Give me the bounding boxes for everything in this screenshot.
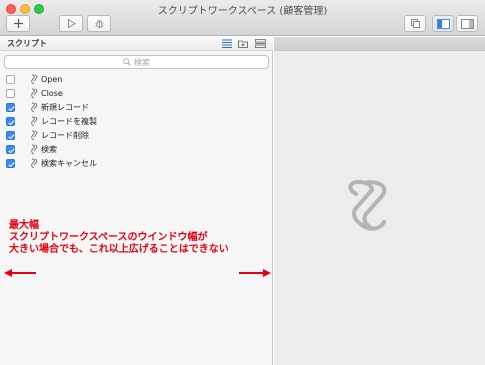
editor-header xyxy=(274,37,485,51)
script-scroll-icon xyxy=(348,180,387,231)
plus-icon xyxy=(13,19,23,28)
script-icon xyxy=(31,144,38,155)
script-icon xyxy=(31,74,38,85)
script-name: 検索キャンセル xyxy=(41,159,97,168)
list-item[interactable]: 新規レコード xyxy=(0,101,273,114)
script-icon xyxy=(31,88,38,99)
new-script-button[interactable] xyxy=(6,15,30,32)
list-item[interactable]: Open xyxy=(0,73,273,86)
play-icon xyxy=(67,18,76,29)
script-icon xyxy=(31,116,38,127)
annotation-line-1: 最大幅 xyxy=(9,220,39,231)
script-checkbox[interactable] xyxy=(6,131,15,140)
toggle-right-panel-button[interactable] xyxy=(456,15,478,32)
list-item[interactable]: レコードを複製 xyxy=(0,115,273,128)
script-name: レコードを複製 xyxy=(41,117,97,126)
run-script-button[interactable] xyxy=(59,15,83,32)
left-arrow-icon xyxy=(4,269,36,277)
script-checkbox[interactable] xyxy=(6,145,15,154)
script-name: レコード削除 xyxy=(41,131,89,140)
sidebar-left-icon xyxy=(436,18,450,29)
search-placeholder: 検索 xyxy=(134,57,150,67)
script-checkbox[interactable] xyxy=(6,103,15,112)
scripts-sidebar: スクリプト 検索 Open Close 新規レコード レコードを複製 レコード削… xyxy=(0,37,273,365)
script-checkbox[interactable] xyxy=(6,89,15,98)
bug-icon xyxy=(95,19,103,29)
sidebar-title: スクリプト xyxy=(7,39,47,48)
script-icon xyxy=(31,158,38,169)
list-view-icon[interactable] xyxy=(222,39,232,48)
list-item[interactable]: 検索キャンセル xyxy=(0,157,273,170)
duplicate-button[interactable] xyxy=(404,15,426,32)
new-folder-icon[interactable] xyxy=(238,39,248,48)
sidebar-right-icon xyxy=(460,18,474,29)
duplicate-icon xyxy=(410,19,420,28)
script-name: 新規レコード xyxy=(41,103,89,112)
script-icon xyxy=(31,130,38,141)
script-checkbox[interactable] xyxy=(6,75,15,84)
script-workspace-window: スクリプトワークスペース (顧客管理) スクリプト 検索 Open Close … xyxy=(0,0,485,365)
separator-icon[interactable] xyxy=(255,39,266,48)
sidebar-header: スクリプト xyxy=(0,37,273,51)
title-bar: スクリプトワークスペース (顧客管理) xyxy=(0,0,485,36)
annotation-line-2: スクリプトワークスペースのウインドウ幅が xyxy=(9,232,208,243)
toggle-left-panel-button[interactable] xyxy=(432,15,454,32)
script-checkbox[interactable] xyxy=(6,159,15,168)
script-name: Open xyxy=(41,75,63,84)
annotation-line-3: 大きい場合でも、これ以上広げることはできない xyxy=(9,244,229,255)
debug-script-button[interactable] xyxy=(87,15,111,32)
script-name: 検索 xyxy=(41,145,57,154)
search-input[interactable]: 検索 xyxy=(4,55,269,69)
script-checkbox[interactable] xyxy=(6,117,15,126)
right-arrow-icon xyxy=(239,269,271,277)
script-icon xyxy=(31,102,38,113)
script-editor-pane xyxy=(274,37,485,365)
search-icon xyxy=(123,58,131,66)
list-item[interactable]: Close xyxy=(0,87,273,100)
list-item[interactable]: 検索 xyxy=(0,143,273,156)
script-name: Close xyxy=(41,89,63,98)
list-item[interactable]: レコード削除 xyxy=(0,129,273,142)
